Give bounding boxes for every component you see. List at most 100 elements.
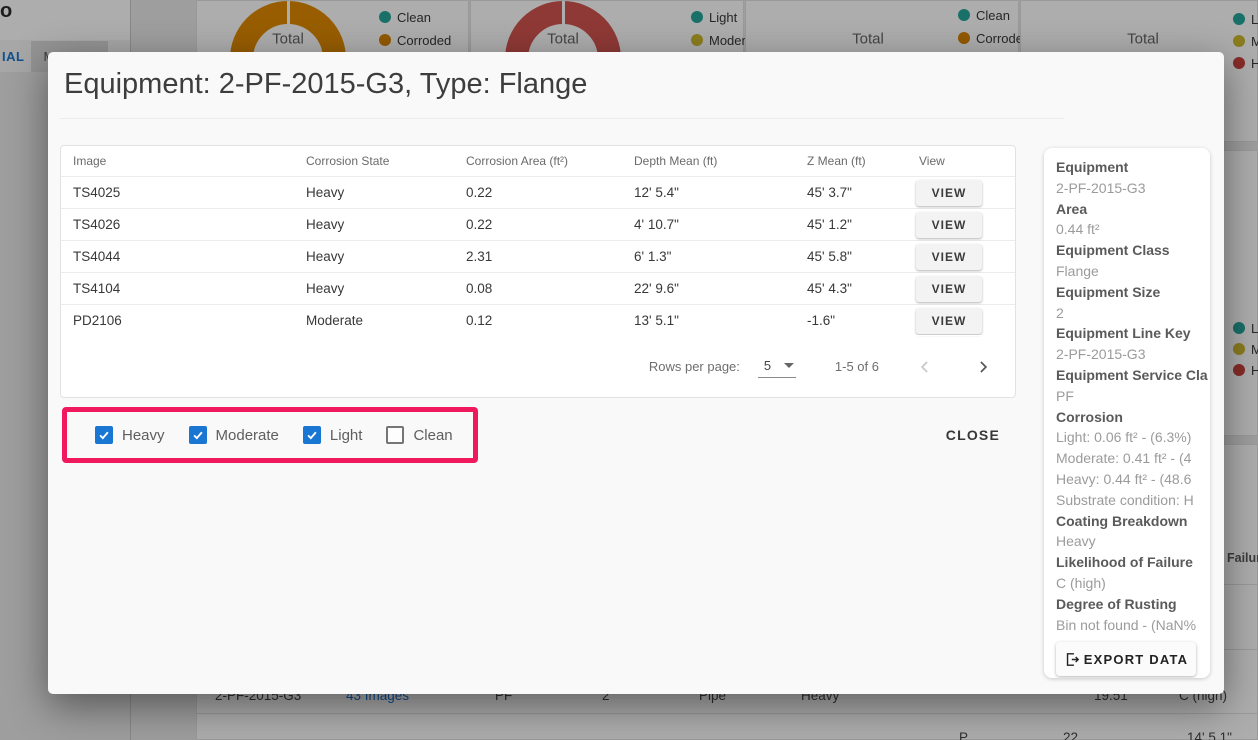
- table-header-row: ImageCorrosion StateCorrosion Area (ft²)…: [61, 146, 1015, 176]
- details-label: Coating Breakdown: [1056, 511, 1210, 532]
- filter-item-moderate: Moderate: [189, 426, 279, 444]
- corrosion-filter-group-highlighted: Heavy Moderate Light Clean: [62, 407, 478, 463]
- details-value: Light: 0.06 ft² - (6.3%): [1056, 427, 1210, 448]
- check-icon: [305, 428, 319, 442]
- dialog-title: Equipment: 2-PF-2015-G3, Type: Flange: [64, 68, 587, 101]
- details-label: Likelihood of Failure: [1056, 552, 1210, 573]
- cell-corrosion-state: Heavy: [294, 217, 454, 232]
- cell-view: VIEW: [907, 276, 1015, 302]
- cell-corrosion-area: 0.12: [454, 313, 622, 328]
- export-data-button[interactable]: EXPORT DATA: [1056, 642, 1196, 676]
- filter-label: Moderate: [216, 427, 279, 444]
- export-icon: [1064, 651, 1081, 668]
- cell-z-mean: 45' 5.8": [795, 249, 907, 264]
- chevron-left-icon: [915, 357, 935, 377]
- cell-image: TS4044: [61, 249, 294, 264]
- details-value: Heavy: 0.44 ft² - (48.6: [1056, 469, 1210, 490]
- equipment-dialog: Equipment: 2-PF-2015-G3, Type: Flange Im…: [48, 52, 1224, 694]
- details-label: Degree of Rusting: [1056, 594, 1210, 615]
- view-button[interactable]: VIEW: [916, 180, 982, 206]
- checkbox-moderate[interactable]: [189, 426, 207, 444]
- details-value: Moderate: 0.41 ft² - (4: [1056, 448, 1210, 469]
- details-label: Equipment Class: [1056, 240, 1210, 261]
- view-button[interactable]: VIEW: [916, 276, 982, 302]
- cell-depth-mean: 6' 1.3": [622, 249, 795, 264]
- cell-depth-mean: 12' 5.4": [622, 185, 795, 200]
- table-row: PD2106Moderate0.1213' 5.1"-1.6" VIEW: [61, 304, 1015, 336]
- cell-depth-mean: 13' 5.1": [622, 313, 795, 328]
- cell-corrosion-state: Moderate: [294, 313, 454, 328]
- modal-table-body: TS4025Heavy0.2212' 5.4"45' 3.7"VIEWTS402…: [61, 176, 1015, 336]
- filter-label: Clean: [413, 427, 452, 444]
- cell-corrosion-state: Heavy: [294, 249, 454, 264]
- cell-z-mean: 45' 3.7": [795, 185, 907, 200]
- column-header: Z Mean (ft): [795, 154, 907, 168]
- filter-item-clean: Clean: [386, 426, 452, 444]
- details-value: Substrate condition: H: [1056, 490, 1210, 511]
- cell-image: TS4026: [61, 217, 294, 232]
- checkbox-light[interactable]: [303, 426, 321, 444]
- view-button[interactable]: VIEW: [916, 308, 982, 334]
- details-value: PF: [1056, 386, 1210, 407]
- chevron-down-icon: [784, 363, 794, 368]
- details-value: C (high): [1056, 573, 1210, 594]
- check-icon: [191, 428, 205, 442]
- corrosion-table: ImageCorrosion StateCorrosion Area (ft²)…: [60, 145, 1016, 398]
- cell-z-mean: 45' 4.3": [795, 281, 907, 296]
- details-value: Heavy: [1056, 531, 1210, 552]
- cell-view: VIEW: [907, 244, 1015, 270]
- rows-per-page-select[interactable]: 5: [758, 356, 796, 378]
- close-button[interactable]: CLOSE: [946, 427, 1000, 443]
- cell-corrosion-state: Heavy: [294, 281, 454, 296]
- cell-z-mean: -1.6": [795, 313, 907, 328]
- details-label: Equipment Service Cla: [1056, 365, 1210, 386]
- details-label: Corrosion: [1056, 407, 1210, 428]
- cell-depth-mean: 22' 9.6": [622, 281, 795, 296]
- rows-per-page-value: 5: [764, 358, 771, 373]
- filter-label: Heavy: [122, 427, 165, 444]
- checkbox-heavy[interactable]: [95, 426, 113, 444]
- rows-per-page-label: Rows per page:: [649, 359, 740, 374]
- details-lines: Equipment2-PF-2015-G3Area0.44 ft²Equipme…: [1056, 157, 1210, 635]
- view-button[interactable]: VIEW: [916, 244, 982, 270]
- next-page-button[interactable]: [971, 355, 995, 379]
- cell-depth-mean: 4' 10.7": [622, 217, 795, 232]
- view-button[interactable]: VIEW: [916, 212, 982, 238]
- page: o IAL METRIC TotalCleanCorrodedTotalLigh…: [0, 0, 1258, 740]
- previous-page-button[interactable]: [913, 355, 937, 379]
- cell-image: PD2106: [61, 313, 294, 328]
- details-value: 2-PF-2015-G3: [1056, 344, 1210, 365]
- cell-corrosion-state: Heavy: [294, 185, 454, 200]
- table-row: TS4104Heavy0.0822' 9.6"45' 4.3" VIEW: [61, 272, 1015, 304]
- chevron-right-icon: [973, 357, 993, 377]
- cell-corrosion-area: 0.22: [454, 217, 622, 232]
- column-header: View: [907, 154, 1015, 168]
- export-data-label: EXPORT DATA: [1084, 652, 1188, 667]
- table-row: TS4026Heavy0.224' 10.7"45' 1.2" VIEW: [61, 208, 1015, 240]
- cell-corrosion-area: 0.22: [454, 185, 622, 200]
- cell-image: TS4104: [61, 281, 294, 296]
- details-value: 2: [1056, 303, 1210, 324]
- column-header: Corrosion Area (ft²): [454, 154, 622, 168]
- details-value: 0.44 ft²: [1056, 219, 1210, 240]
- details-value: Bin not found - (NaN%: [1056, 615, 1210, 636]
- details-label: Equipment Line Key: [1056, 323, 1210, 344]
- cell-corrosion-area: 2.31: [454, 249, 622, 264]
- details-label: Area: [1056, 199, 1210, 220]
- equipment-details-panel: Equipment2-PF-2015-G3Area0.44 ft²Equipme…: [1044, 148, 1210, 678]
- column-header: Depth Mean (ft): [622, 154, 795, 168]
- divider: [60, 118, 1064, 119]
- filter-label: Light: [330, 427, 363, 444]
- table-row: TS4044Heavy2.316' 1.3"45' 5.8" VIEW: [61, 240, 1015, 272]
- details-value: Flange: [1056, 261, 1210, 282]
- cell-corrosion-area: 0.08: [454, 281, 622, 296]
- pagination-bar: Rows per page: 5 1-5 of 6: [61, 335, 1015, 397]
- table-row: TS4025Heavy0.2212' 5.4"45' 3.7"VIEW: [61, 176, 1015, 208]
- checkbox-clean[interactable]: [386, 426, 404, 444]
- cell-view: VIEW: [907, 308, 1015, 334]
- cell-view: VIEW: [907, 212, 1015, 238]
- cell-z-mean: 45' 1.2": [795, 217, 907, 232]
- column-header: Image: [61, 154, 294, 168]
- details-label: Equipment Size: [1056, 282, 1210, 303]
- filter-item-heavy: Heavy: [95, 426, 165, 444]
